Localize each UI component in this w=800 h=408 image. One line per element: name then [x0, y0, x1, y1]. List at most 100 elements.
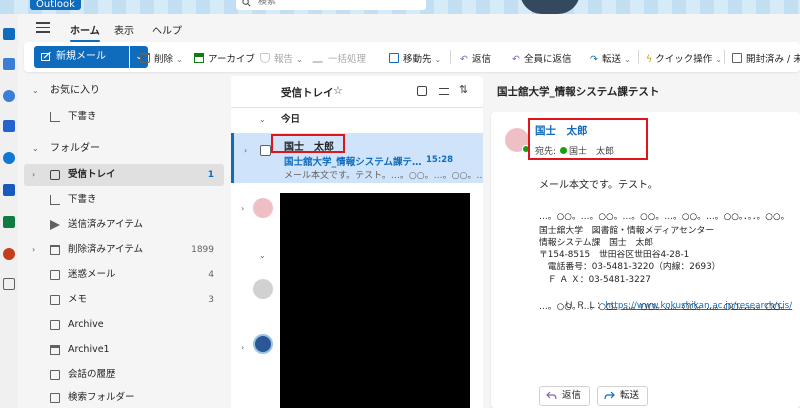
archive-icon: [50, 345, 60, 355]
report-button[interactable]: 報告 ⌄: [260, 51, 303, 65]
archive-icon: [194, 53, 204, 63]
chevron-right-icon: ›: [244, 146, 248, 155]
trash-icon: [140, 53, 150, 63]
pencil-icon: [50, 195, 60, 205]
folders-header[interactable]: ⌄ フォルダー: [18, 138, 230, 160]
message-checkbox[interactable]: [260, 145, 271, 156]
forward-button[interactable]: ↷ 転送 ⌄: [590, 51, 631, 65]
reply-all-label: 全員に返信: [523, 54, 572, 65]
chevron-right-icon: ›: [32, 170, 36, 179]
folders-header-label: フォルダー: [50, 143, 100, 154]
more-apps-icon[interactable]: [3, 278, 15, 290]
star-icon[interactable]: ☆: [333, 84, 343, 97]
folder-item-drafts[interactable]: 下書き: [18, 189, 230, 211]
message-list: 受信トレイ ☆ ⇅ ⌄ 今日 › 国士 太郎 国士舘大学_情報システム課テ… 1…: [231, 76, 483, 408]
favorite-item-label: 下書き: [68, 111, 97, 122]
item-count: 3: [208, 295, 214, 305]
chevron-down-icon: ⌄: [259, 251, 266, 260]
toolbar-divider: [450, 50, 451, 64]
folder-item-junk[interactable]: 迷惑メール 4: [18, 264, 230, 286]
tab-home[interactable]: ホーム: [70, 22, 100, 42]
title-bar: Outlook 検索: [0, 0, 800, 14]
reply-all-button[interactable]: ↶ 全員に返信: [512, 51, 571, 65]
junk-folder-icon: [50, 270, 60, 280]
onedrive-app-icon[interactable]: [3, 152, 15, 164]
folder-icon: [50, 393, 60, 403]
folder-item-label: 下書き: [68, 194, 97, 205]
folder-item-archive[interactable]: Archive: [18, 314, 230, 336]
todo-app-icon[interactable]: [3, 120, 15, 132]
new-mail-button[interactable]: 新規メール: [34, 46, 129, 68]
excel-app-icon[interactable]: [3, 216, 15, 228]
calendar-app-icon[interactable]: [3, 58, 15, 70]
shield-icon: [260, 53, 270, 63]
reply-button[interactable]: 返信: [539, 386, 591, 406]
inbox-icon: [50, 170, 60, 180]
group-header-today[interactable]: ⌄ 今日: [231, 110, 483, 130]
chevron-down-icon: ⌄: [32, 144, 39, 153]
sweep-button[interactable]: 一括処理: [312, 51, 366, 65]
mail-app-icon[interactable]: [3, 28, 15, 40]
toolbar-divider: [638, 50, 639, 64]
folder-item-archive1[interactable]: Archive1: [18, 339, 230, 361]
favorite-item-drafts[interactable]: 下書き: [18, 106, 230, 128]
select-mode-icon[interactable]: [417, 86, 427, 96]
folder-pane: ⌄ お気に入り 下書き ⌄ フォルダー › 受信トレイ 1 下書き 送信済みアイ…: [18, 76, 230, 408]
favorites-header-label: お気に入り: [50, 85, 100, 96]
chevron-right-icon: ›: [241, 343, 245, 352]
favorites-header[interactable]: ⌄ お気に入り: [18, 80, 230, 102]
unread-count: 1: [207, 170, 214, 180]
lightning-icon: ϟ: [646, 54, 653, 65]
tab-view[interactable]: 表示: [114, 22, 134, 37]
message-body: メール本文です。テスト。: [539, 180, 658, 191]
chevron-down-icon: ⌄: [296, 55, 303, 64]
read-unread-button[interactable]: 開封済み / 未: [732, 51, 800, 65]
signature-line: Ｆ Ａ Ｘ：03-5481-3227: [539, 275, 651, 285]
folder-item-label: 送信済みアイテム: [68, 219, 144, 230]
folder-item-conversation-history[interactable]: 会話の履歴: [18, 364, 230, 386]
ribbon-toolbar: 新規メール ⌄ 削除 ⌄ アーカイブ 報告 ⌄ 一括処理 移動先 ⌄ ↶ 返信 ↶ 全員に…: [24, 42, 800, 72]
reply-icon: [546, 391, 557, 400]
powerpoint-app-icon[interactable]: [3, 248, 15, 260]
forward-button[interactable]: 転送: [597, 386, 649, 406]
archive-button[interactable]: アーカイブ: [194, 51, 255, 65]
hamburger-icon[interactable]: [36, 22, 50, 36]
archive-label: アーカイブ: [208, 54, 255, 65]
signature-line: 国士舘大学 図書館・情報メディアセンター: [539, 226, 715, 236]
avatar: [253, 279, 273, 299]
folder-item-label: 受信トレイ: [68, 169, 116, 180]
message-subject: 国士舘大学_情報システム課テ…: [284, 157, 422, 168]
reply-button[interactable]: ↶ 返信: [460, 51, 491, 65]
reply-all-icon: ↶: [512, 54, 520, 65]
message-item[interactable]: › 国士 太郎 国士舘大学_情報システム課テ… 15:28 メール本文です。テス…: [231, 133, 483, 183]
pencil-icon: [50, 112, 60, 122]
folder-item-label: メモ: [68, 294, 88, 305]
tab-help[interactable]: ヘルプ: [152, 22, 182, 37]
app-name: Outlook: [30, 0, 81, 10]
folder-item-deleted[interactable]: › 削除済みアイテム 1899: [18, 239, 230, 261]
sort-icon[interactable]: ⇅: [459, 83, 469, 96]
chevron-down-icon: ⌄: [715, 55, 722, 64]
reading-pane: 国士舘大学_情報システム課テスト 国士 太郎 宛先: 国士 太郎 メール本文です。…: [487, 76, 800, 408]
group-header-label: 今日: [281, 114, 301, 125]
message-list-header: 受信トレイ ☆ ⇅: [231, 76, 483, 108]
report-label: 報告: [274, 54, 294, 65]
folder-item-search-folders[interactable]: 検索フォルダー: [18, 387, 230, 408]
toolbar-divider: [724, 50, 725, 64]
search-box[interactable]: 検索: [236, 0, 426, 10]
people-app-icon[interactable]: [3, 90, 15, 102]
move-to-button[interactable]: 移動先 ⌄: [389, 51, 441, 65]
delete-button[interactable]: 削除 ⌄: [140, 51, 183, 65]
folder-item-label: 削除済みアイテム: [68, 244, 144, 255]
message-time: 15:28: [426, 155, 454, 165]
chevron-down-icon: ⌄: [32, 86, 39, 95]
chevron-down-icon: ⌄: [623, 55, 631, 64]
quick-steps-button[interactable]: ϟ クイック操作 ⌄: [646, 51, 722, 65]
folder-item-inbox[interactable]: › 受信トレイ 1: [24, 164, 224, 186]
word-app-icon[interactable]: [3, 184, 15, 196]
highlight-box: [271, 134, 345, 153]
broom-icon: [312, 53, 326, 63]
filter-icon[interactable]: [439, 88, 449, 95]
folder-item-sent[interactable]: 送信済みアイテム: [18, 214, 230, 236]
folder-item-notes[interactable]: メモ 3: [18, 289, 230, 311]
